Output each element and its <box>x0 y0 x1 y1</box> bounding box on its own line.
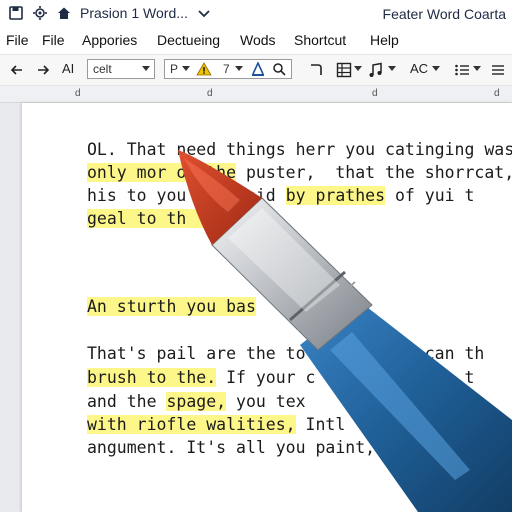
chevron-down-icon[interactable] <box>388 66 396 72</box>
menu-bar: File File Appories Dectueing Wods Shortc… <box>0 28 512 52</box>
chevron-down-icon[interactable] <box>432 66 440 72</box>
text-run: If your c ly case t <box>216 368 475 387</box>
style-size-group: P 7 <box>164 59 292 79</box>
back-arrow-icon[interactable] <box>10 63 24 77</box>
ruler-mark: d <box>372 88 378 99</box>
ac-button[interactable]: AC <box>410 61 428 76</box>
text-line[interactable]: OL. That need things herr you catinging … <box>87 140 512 159</box>
ai-button[interactable]: AI <box>62 61 74 76</box>
menu-shortcut[interactable]: Shortcut <box>294 32 346 48</box>
text-line[interactable]: and the spage, you tex ussif, <box>87 392 445 411</box>
formatting-toolbar: AI celt P 7 AC <box>0 54 512 86</box>
highlighted-text: by prathes <box>285 186 386 205</box>
text-run: That's pail are the to ary can th <box>87 344 485 363</box>
save-icon[interactable] <box>8 5 24 21</box>
text-run: puster, that the shorrcat, <box>236 163 512 182</box>
highlighted-text: with riofle walities, <box>87 415 296 434</box>
table-icon[interactable] <box>336 62 352 78</box>
home-icon[interactable] <box>56 5 72 21</box>
bullet-list-icon[interactable] <box>454 62 470 78</box>
style-dropdown[interactable]: P <box>170 62 178 76</box>
chevron-down-icon <box>235 66 243 71</box>
chevron-down-icon[interactable] <box>196 5 212 21</box>
text-run: his to you ms, haid <box>87 186 286 205</box>
chevron-down-icon[interactable] <box>354 66 362 72</box>
text-run: you tex ussif, <box>226 392 445 411</box>
text-line[interactable]: brush to the. If your c ly case t <box>87 368 474 387</box>
font-name-value: celt <box>93 62 112 76</box>
menu-file[interactable]: File <box>6 32 29 48</box>
text-line[interactable]: his to you ms, haid by prathes of yui t <box>87 186 474 205</box>
text-run: OL. That need things herr you catinging … <box>87 140 512 159</box>
text-run: of yui t <box>385 186 475 205</box>
text-line[interactable]: geal to th rs. <box>87 209 256 228</box>
warning-icon[interactable] <box>196 62 212 76</box>
title-bar: Prasion 1 Word... Feater Word Coarta <box>0 0 512 28</box>
app-title: Feater Word Coarta <box>382 6 506 22</box>
menu-wods[interactable]: Wods <box>240 32 276 48</box>
text-line[interactable]: An sturth you bas <box>87 297 256 316</box>
highlighted-text: geal to th rs. <box>87 209 256 228</box>
document-title: Prasion 1 Word... <box>80 5 188 21</box>
search-icon[interactable] <box>272 62 286 76</box>
format-painter-icon[interactable] <box>308 62 324 78</box>
chevron-down-icon <box>182 66 190 71</box>
text-run: and the <box>87 392 167 411</box>
font-name-dropdown[interactable]: celt <box>87 59 155 79</box>
quick-access-toolbar: Prasion 1 Word... <box>8 5 212 21</box>
ruler-mark: d <box>75 88 81 99</box>
text-run: angument. It's all you paint, d <box>87 438 495 457</box>
menu-appories[interactable]: Appories <box>82 32 137 48</box>
ruler: d d d d <box>0 86 512 103</box>
text-line[interactable]: angument. It's all you paint, d <box>87 438 494 457</box>
menu-file-2[interactable]: File <box>42 32 65 48</box>
chevron-down-icon[interactable] <box>473 66 481 72</box>
highlighted-text: spage, <box>166 392 227 411</box>
chevron-down-icon <box>142 66 150 71</box>
highlighted-text: brush to the. <box>87 368 217 387</box>
text-line[interactable]: only mor of the puster, that the shorrca… <box>87 163 512 182</box>
highlighted-text: An sturth you bas <box>87 297 256 316</box>
ruler-mark: d <box>207 88 213 99</box>
text-line[interactable]: with riofle walities, Intl derat <box>87 415 494 434</box>
text-run: Intl derat <box>295 415 495 434</box>
ruler-mark: d <box>494 88 500 99</box>
font-size-value[interactable]: 7 <box>223 62 230 76</box>
settings-icon[interactable] <box>32 5 48 21</box>
numbered-list-icon[interactable] <box>490 62 506 78</box>
music-note-icon[interactable] <box>368 62 384 78</box>
highlighted-text: only mor of the <box>87 163 237 182</box>
forward-arrow-icon[interactable] <box>36 63 50 77</box>
text-line[interactable]: That's pail are the to ary can th <box>87 344 484 363</box>
menu-dectueing[interactable]: Dectueing <box>157 32 220 48</box>
menu-help[interactable]: Help <box>370 32 399 48</box>
text-color-icon[interactable] <box>251 62 265 76</box>
